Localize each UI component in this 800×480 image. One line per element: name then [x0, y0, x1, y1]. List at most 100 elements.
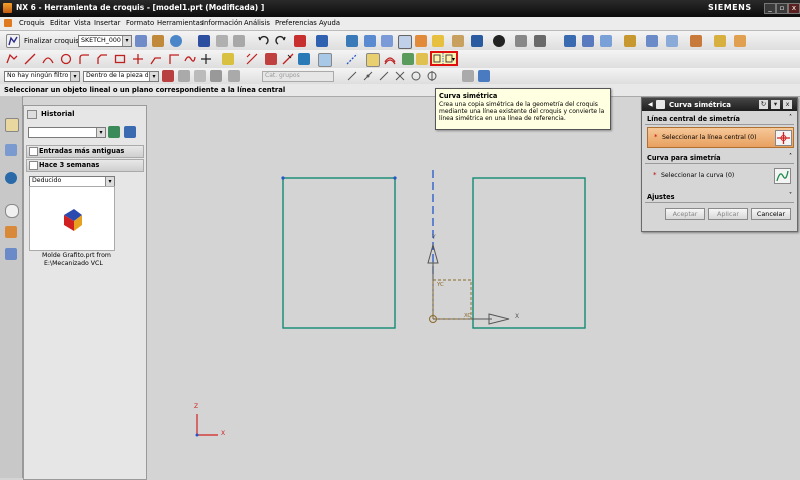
- alternate-solution-icon[interactable]: [366, 53, 380, 67]
- finish-sketch-button[interactable]: Finalizar croquis: [24, 37, 79, 45]
- measure-icon[interactable]: [646, 35, 658, 47]
- menu-croquis[interactable]: Croquis: [19, 19, 45, 27]
- chevron-up-icon[interactable]: ˄: [789, 114, 792, 121]
- history-filter-select[interactable]: ▾: [28, 127, 106, 138]
- cancel-button[interactable]: Cancelar: [751, 208, 791, 220]
- restore-button[interactable]: ▫: [776, 3, 788, 14]
- auto-constraint-icon[interactable]: [318, 53, 332, 67]
- right-rectangle[interactable]: [472, 177, 586, 329]
- group-recent[interactable]: Hace 3 semanas: [26, 159, 144, 172]
- menu-informacion[interactable]: Información: [202, 19, 242, 27]
- show-constraints-icon[interactable]: [298, 53, 310, 65]
- render-style-icon[interactable]: [493, 35, 505, 47]
- menu-editar[interactable]: Editar: [50, 19, 70, 27]
- reset-dialog-icon[interactable]: ↻: [759, 100, 768, 109]
- collapse-arrow-icon[interactable]: ◀: [648, 101, 653, 108]
- chevron-up-icon[interactable]: ˄: [789, 153, 792, 160]
- snap-quadrant-icon[interactable]: [426, 70, 438, 82]
- chevron-down-icon[interactable]: ▾: [96, 128, 105, 137]
- save-icon[interactable]: [198, 35, 210, 47]
- intersection-curve-icon[interactable]: [416, 53, 428, 65]
- menu-formato[interactable]: Formato: [126, 19, 154, 27]
- delete-icon[interactable]: [294, 35, 306, 47]
- layer-group-select[interactable]: Cat. grupos: [262, 71, 334, 82]
- feature-select-icon[interactable]: [210, 70, 222, 82]
- spline-icon[interactable]: [184, 53, 196, 65]
- auto-dimension-icon[interactable]: [265, 53, 277, 65]
- section-centerline[interactable]: Línea central de simetría ˄: [645, 114, 794, 125]
- snap-intersection-icon[interactable]: [394, 70, 406, 82]
- snap-point-icon[interactable]: [462, 70, 474, 82]
- update-model-icon[interactable]: [170, 35, 182, 47]
- menu-vista[interactable]: Vista: [74, 19, 91, 27]
- zoom-icon[interactable]: [364, 35, 376, 47]
- close-button[interactable]: x: [788, 3, 800, 14]
- minimize-button[interactable]: _: [764, 3, 776, 14]
- system-materials-icon[interactable]: [5, 248, 17, 260]
- fit-icon[interactable]: [346, 35, 358, 47]
- copy-icon[interactable]: [233, 35, 245, 47]
- file-thumbnail[interactable]: [29, 186, 115, 251]
- group-older-entries[interactable]: Entradas más antiguas: [26, 145, 144, 158]
- history-clock-icon[interactable]: [5, 204, 19, 218]
- filter-reset-icon[interactable]: [228, 70, 240, 82]
- menu-preferencias[interactable]: Preferencias: [275, 19, 317, 27]
- restore-view-icon[interactable]: [432, 35, 444, 47]
- wcs-rotate-icon[interactable]: [600, 35, 612, 47]
- snap-mid-icon[interactable]: [362, 70, 374, 82]
- collapse-icon[interactable]: [29, 147, 38, 156]
- dropdown-arrow-icon[interactable]: ▾: [452, 56, 455, 63]
- trim-icon[interactable]: [132, 53, 144, 65]
- select-line-icon[interactable]: [775, 130, 792, 146]
- type-filter-select[interactable]: No hay ningún filtro ▾: [4, 71, 80, 82]
- undo-icon[interactable]: [257, 35, 269, 47]
- dialog-menu-icon[interactable]: ▾: [771, 100, 780, 109]
- menu-analisis[interactable]: Análisis: [244, 19, 270, 27]
- apply-button[interactable]: Aplicar: [708, 208, 748, 220]
- profile-icon[interactable]: [6, 53, 18, 65]
- collapse-icon[interactable]: [29, 161, 38, 170]
- reattach-icon[interactable]: [152, 35, 164, 47]
- wcs-icon[interactable]: [564, 35, 576, 47]
- assembly-navigator-icon[interactable]: [5, 144, 17, 156]
- select-all-icon[interactable]: [178, 70, 190, 82]
- menu-herramientas[interactable]: Herramientas: [157, 19, 203, 27]
- chevron-down-icon[interactable]: ▾: [149, 72, 158, 81]
- pin-icon[interactable]: [27, 110, 37, 119]
- info-icon[interactable]: [666, 35, 678, 47]
- point-icon[interactable]: [200, 53, 212, 65]
- app-menu-icon[interactable]: [4, 19, 12, 27]
- edit-object-icon[interactable]: [690, 35, 702, 47]
- dialog-title-bar[interactable]: ◀ Curva simétrica ↻ ▾ x: [642, 98, 797, 111]
- section-settings[interactable]: Ajustes ˅: [645, 192, 794, 203]
- orient-view-icon[interactable]: [135, 35, 147, 47]
- chevron-down-icon[interactable]: ▾: [70, 72, 79, 81]
- perspective-icon[interactable]: [415, 35, 427, 47]
- snap-cube-icon[interactable]: [478, 70, 490, 82]
- select-curve-row[interactable]: * Seleccionar la curva (0): [647, 166, 792, 185]
- chevron-down-icon[interactable]: ˅: [789, 192, 792, 199]
- chevron-down-icon[interactable]: ▾: [122, 36, 131, 46]
- geometric-constraint-icon[interactable]: [282, 53, 294, 65]
- constraint-icon[interactable]: [222, 53, 234, 65]
- dialog-close-icon[interactable]: x: [783, 100, 792, 109]
- analysis-icon[interactable]: [624, 35, 636, 47]
- corner-icon[interactable]: [168, 53, 180, 65]
- pan-icon[interactable]: [381, 35, 393, 47]
- vertex-point[interactable]: [281, 176, 285, 180]
- part-navigator-icon[interactable]: [5, 118, 19, 132]
- snap-end-icon[interactable]: [346, 70, 358, 82]
- menu-insertar[interactable]: Insertar: [94, 19, 120, 27]
- roles-icon[interactable]: [5, 226, 17, 238]
- offset-curve-icon[interactable]: [384, 53, 396, 65]
- layer-icon[interactable]: [534, 35, 546, 47]
- view-mode-icon[interactable]: [124, 126, 136, 138]
- circle-icon[interactable]: [60, 53, 72, 65]
- internet-explorer-icon[interactable]: [5, 172, 17, 184]
- rotate-icon[interactable]: [398, 35, 412, 49]
- select-centerline-row[interactable]: * Seleccionar la línea central (0): [647, 127, 794, 148]
- selection-scope-select[interactable]: Dentro de la pieza de ▾: [83, 71, 159, 82]
- chamfer-icon[interactable]: [96, 53, 108, 65]
- deselect-icon[interactable]: [194, 70, 206, 82]
- cut-icon[interactable]: [216, 35, 228, 47]
